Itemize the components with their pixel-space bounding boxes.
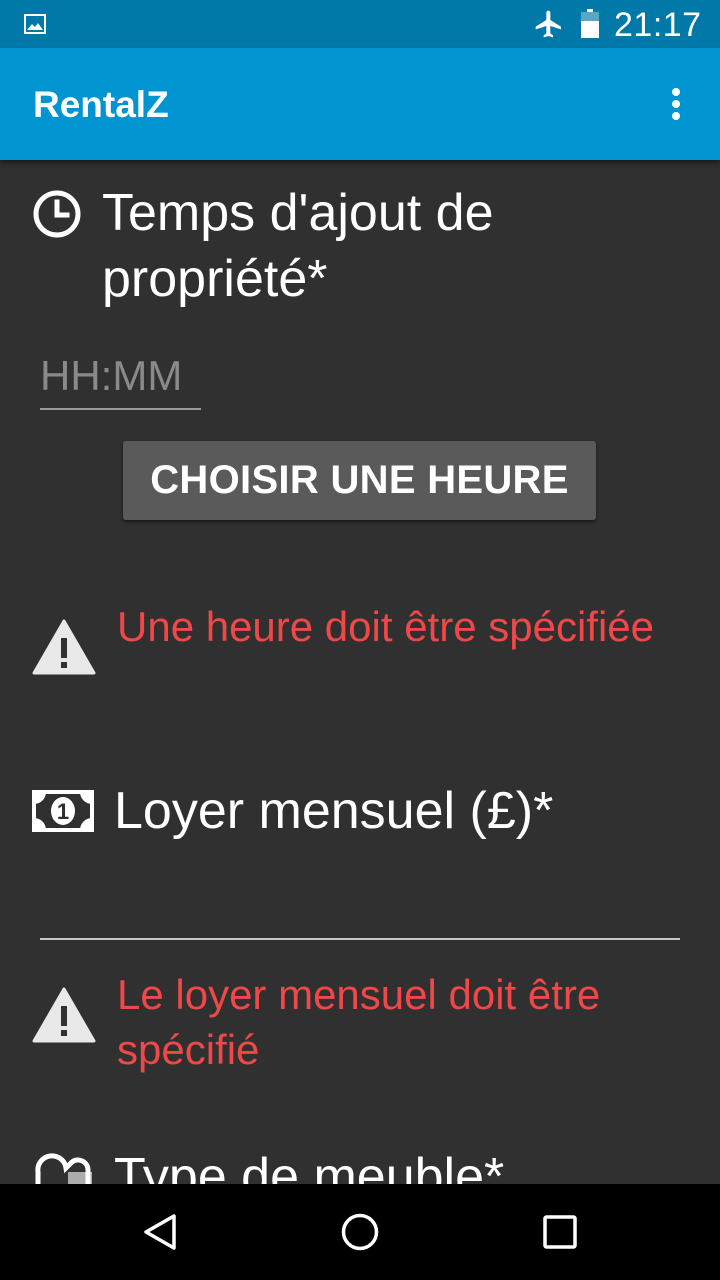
time-input[interactable]: [40, 346, 201, 406]
svg-text:1: 1: [57, 799, 69, 824]
sofa-icon: [35, 1153, 92, 1184]
status-bar: 21:17: [0, 0, 720, 48]
time-error-text: Une heure doit être spécifiée: [117, 603, 654, 650]
warning-icon: [32, 987, 96, 1043]
status-time: 21:17: [614, 6, 702, 44]
rent-input-wrapper: [40, 860, 680, 940]
rent-error-text: Le loyer mensuel doit être spécifié: [117, 971, 601, 1073]
airplane-mode-icon: [535, 10, 561, 38]
rent-section-title: Loyer mensuel (£)*: [114, 782, 554, 840]
warning-icon: [32, 619, 96, 675]
battery-icon: [581, 9, 599, 38]
navigation-bar: [0, 1184, 720, 1280]
app-bar: RentalZ: [0, 48, 720, 160]
home-icon[interactable]: [336, 1208, 384, 1256]
more-vert-icon[interactable]: [660, 76, 692, 132]
choose-time-button[interactable]: CHOISIR UNE HEURE: [123, 441, 596, 520]
money-icon: 1: [32, 790, 94, 832]
furniture-section-title: Type de meuble*: [114, 1148, 505, 1184]
gallery-notification-icon: [24, 14, 46, 34]
time-input-wrapper: [40, 346, 201, 410]
recents-icon[interactable]: [536, 1208, 584, 1256]
clock-icon: [33, 190, 81, 238]
rent-input[interactable]: [40, 860, 680, 936]
back-icon[interactable]: [136, 1208, 184, 1256]
app-title: RentalZ: [33, 84, 169, 125]
time-section-title: Temps d'ajout de propriété*: [102, 184, 494, 308]
form-content[interactable]: Temps d'ajout de propriété* CHOISIR UNE …: [0, 160, 720, 1184]
